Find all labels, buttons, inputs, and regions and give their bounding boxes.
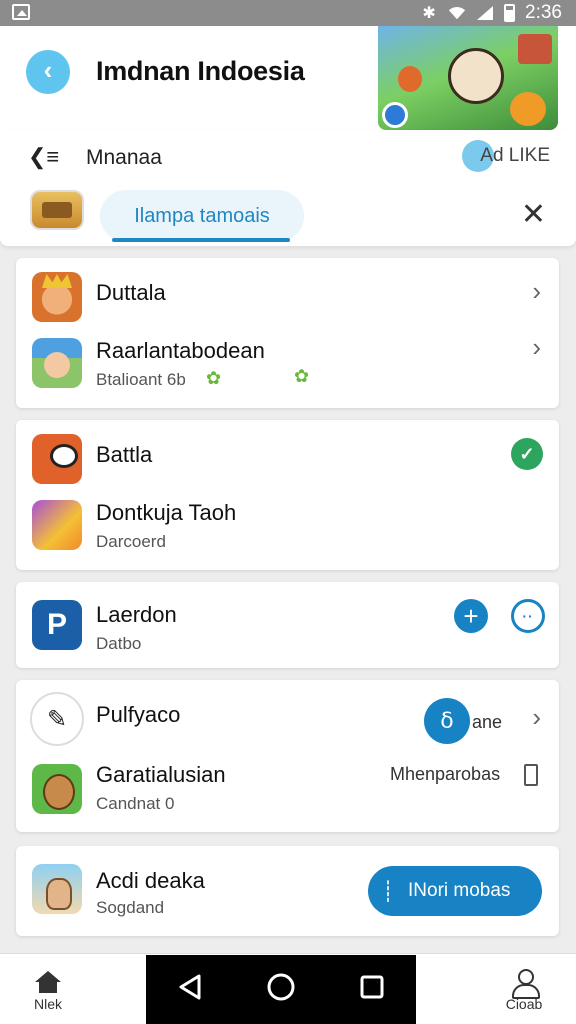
item-title: Laerdon bbox=[96, 602, 177, 627]
arrow-left-icon: ‹ bbox=[43, 54, 53, 85]
list-item[interactable]: Battla ✓ bbox=[16, 420, 559, 486]
hero-app-icon bbox=[32, 338, 82, 388]
item-title: Pulfyaco bbox=[96, 702, 181, 727]
trail-label: Mhenparobas bbox=[390, 764, 501, 784]
banner-creature-shape bbox=[510, 92, 546, 126]
battery-icon bbox=[504, 4, 516, 22]
ad-like-button[interactable]: Ad LIKE bbox=[462, 140, 550, 172]
item-subtitle: Candnat 0 bbox=[96, 794, 175, 813]
action-pill-label: INori mobas bbox=[408, 880, 511, 901]
system-home-button[interactable] bbox=[266, 972, 296, 1007]
category-thumbnail[interactable] bbox=[30, 190, 84, 230]
item-subtitle: Sogdand bbox=[96, 898, 165, 917]
subnav-label: Mnanaa bbox=[86, 146, 162, 169]
status-bar: ✱ 2:36 bbox=[0, 0, 576, 26]
clover-icon: ✿ bbox=[294, 366, 310, 386]
menu-back-icon[interactable]: ❮≡ bbox=[28, 144, 59, 170]
app-card-4: ✎ Pulfyaco ẟ ane › Garatialusian Candnat… bbox=[16, 680, 559, 832]
banner-hero-shape bbox=[448, 48, 504, 104]
accessibility-button[interactable]: ẟ bbox=[424, 698, 470, 744]
clover-icon: ✿ bbox=[206, 368, 222, 388]
home-icon bbox=[33, 968, 63, 996]
user-icon bbox=[509, 968, 540, 999]
plus-icon: + bbox=[463, 600, 479, 631]
more-options-button[interactable]: ·· bbox=[511, 599, 545, 633]
app-header: ‹ Imdnan Indoesia bbox=[0, 26, 576, 130]
app-card-1: Duttala › Raarlantabodean Btalioant 6b ✿… bbox=[16, 258, 559, 408]
gara-app-icon bbox=[32, 764, 82, 814]
banner-badge-shape bbox=[382, 102, 408, 128]
system-navigation-bar bbox=[146, 955, 416, 1024]
page-title: Imdnan Indoesia bbox=[96, 56, 305, 86]
status-time: 2:36 bbox=[525, 2, 562, 23]
list-item[interactable]: Garatialusian Candnat 0 Mhenparobas bbox=[16, 750, 559, 832]
app-card-2: Battla ✓ Dontkuja Taoh Darcoerd bbox=[16, 420, 559, 570]
nav-home[interactable]: Nlek bbox=[18, 968, 78, 1012]
system-back-button[interactable] bbox=[177, 973, 203, 1006]
puzzle-app-icon bbox=[32, 500, 82, 550]
status-icons: ✱ 2:36 bbox=[420, 2, 562, 24]
list-item[interactable]: P Laerdon Datbo + ·· bbox=[16, 582, 559, 668]
add-button[interactable]: + bbox=[454, 599, 488, 633]
list-item[interactable]: Raarlantabodean Btalioant 6b ✿ ✿ › bbox=[16, 324, 559, 408]
banner-house-shape bbox=[518, 34, 552, 64]
pen-app-icon: ✎ bbox=[30, 692, 84, 746]
list-item[interactable]: Duttala › bbox=[16, 258, 559, 324]
play-bar-icon: ┊ bbox=[381, 880, 395, 903]
nav-profile[interactable]: Cioab bbox=[494, 968, 554, 1012]
item-title: Duttala bbox=[96, 280, 166, 305]
chevron-right-icon[interactable]: › bbox=[532, 276, 541, 307]
tab-underline bbox=[112, 238, 290, 242]
ad-like-label: Ad LIKE bbox=[480, 145, 550, 166]
item-title: Dontkuja Taoh bbox=[96, 500, 237, 525]
item-title: Raarlantabodean bbox=[96, 338, 265, 363]
system-recents-button[interactable] bbox=[359, 974, 385, 1005]
image-notification-icon bbox=[12, 4, 30, 20]
item-subtitle: Darcoerd bbox=[96, 532, 166, 551]
close-icon[interactable]: ✕ bbox=[521, 200, 546, 230]
item-subtitle: Btalioant 6b bbox=[96, 370, 186, 389]
chevron-right-icon[interactable]: › bbox=[532, 332, 541, 363]
signal-icon bbox=[476, 4, 494, 22]
item-subtitle: Datbo bbox=[96, 634, 142, 653]
app-card-3: P Laerdon Datbo + ·· bbox=[16, 582, 559, 668]
person-icon: ẟ bbox=[440, 708, 454, 733]
tab-label: Ilampa tamoais bbox=[134, 204, 270, 227]
app-card-5: Acdi deaka Sogdand ┊ INori mobas bbox=[16, 846, 559, 936]
list-item[interactable]: Dontkuja Taoh Darcoerd bbox=[16, 486, 559, 570]
tab-active[interactable]: Ilampa tamoais bbox=[100, 190, 304, 242]
monster-app-icon bbox=[32, 434, 82, 484]
banner-character-shape bbox=[398, 66, 422, 92]
item-title: Acdi deaka bbox=[96, 868, 205, 893]
list-item[interactable]: ✎ Pulfyaco ẟ ane › bbox=[16, 680, 559, 750]
more-icon: ·· bbox=[522, 608, 534, 624]
item-title: Garatialusian bbox=[96, 762, 226, 787]
acdi-app-icon bbox=[32, 864, 82, 914]
device-icon[interactable] bbox=[524, 764, 538, 786]
sub-navigation: ❮≡ Mnanaa Ad LIKE Ilampa tamoais ✕ bbox=[0, 130, 576, 246]
wifi-icon bbox=[448, 4, 466, 22]
clash-king-app-icon bbox=[32, 272, 82, 322]
list-item[interactable]: Acdi deaka Sogdand ┊ INori mobas bbox=[16, 846, 559, 936]
game-banner-image[interactable] bbox=[378, 26, 558, 130]
bluetooth-icon: ✱ bbox=[422, 5, 436, 22]
chevron-right-icon[interactable]: › bbox=[532, 702, 541, 733]
check-icon[interactable]: ✓ bbox=[511, 438, 543, 470]
trail-label: ane bbox=[472, 712, 503, 732]
item-title: Battla bbox=[96, 442, 153, 467]
action-pill-button[interactable]: ┊ INori mobas bbox=[368, 866, 542, 916]
back-button[interactable]: ‹ bbox=[26, 50, 70, 94]
p-app-icon: P bbox=[32, 600, 82, 650]
nav-home-label: Nlek bbox=[33, 996, 62, 1012]
